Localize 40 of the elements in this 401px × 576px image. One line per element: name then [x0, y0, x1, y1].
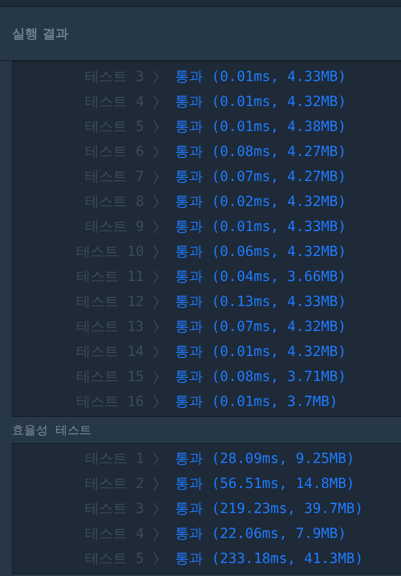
test-result: 통과 (0.01ms, 4.32MB)	[175, 92, 346, 110]
chevron-icon	[153, 526, 159, 540]
test-result: 통과 (0.06ms, 4.32MB)	[175, 242, 346, 260]
chevron-icon	[153, 452, 159, 466]
chevron-icon	[153, 244, 159, 258]
chevron-icon	[153, 70, 159, 84]
chevron-icon	[153, 552, 159, 566]
test-result: 통과 (233.18ms, 41.3MB)	[175, 550, 364, 568]
test-result: 통과 (0.08ms, 4.27MB)	[175, 142, 346, 160]
test-result: 통과 (0.01ms, 4.32MB)	[175, 342, 346, 360]
chevron-icon	[153, 220, 159, 234]
chevron-icon	[153, 94, 159, 108]
chevron-icon	[153, 270, 159, 284]
chevron-icon	[153, 194, 159, 208]
test-result: 통과 (0.07ms, 4.32MB)	[175, 318, 346, 336]
test-result: 통과 (0.01ms, 3.7MB)	[175, 392, 338, 410]
chevron-icon	[153, 320, 159, 334]
section-label: 효율성 테스트	[12, 422, 92, 438]
test-result: 통과 (0.01ms, 4.33MB)	[175, 218, 346, 236]
chevron-icon	[153, 144, 159, 158]
test-result: 통과 (0.04ms, 3.66MB)	[175, 268, 346, 286]
chevron-icon	[153, 120, 159, 134]
test-result: 통과 (0.01ms, 4.38MB)	[175, 118, 346, 136]
chevron-icon	[153, 370, 159, 384]
test-result: 통과 (0.13ms, 4.33MB)	[175, 292, 346, 310]
chevron-icon	[153, 170, 159, 184]
test-result: 통과 (28.09ms, 9.25MB)	[175, 450, 355, 468]
test-result: 통과 (0.08ms, 3.71MB)	[175, 368, 346, 386]
chevron-icon	[153, 476, 159, 490]
panel-title: 실행 결과	[12, 26, 69, 42]
chevron-icon	[153, 344, 159, 358]
chevron-icon	[153, 294, 159, 308]
test-result: 통과 (0.02ms, 4.32MB)	[175, 192, 346, 210]
test-result: 통과 (0.01ms, 4.33MB)	[175, 68, 346, 86]
chevron-icon	[153, 502, 159, 516]
test-result: 통과 (0.07ms, 4.27MB)	[175, 168, 346, 186]
test-result: 통과 (56.51ms, 14.8MB)	[175, 474, 355, 492]
test-result: 통과 (219.23ms, 39.7MB)	[175, 500, 364, 518]
test-result: 통과 (22.06ms, 7.9MB)	[175, 524, 346, 542]
chevron-icon	[153, 394, 159, 408]
